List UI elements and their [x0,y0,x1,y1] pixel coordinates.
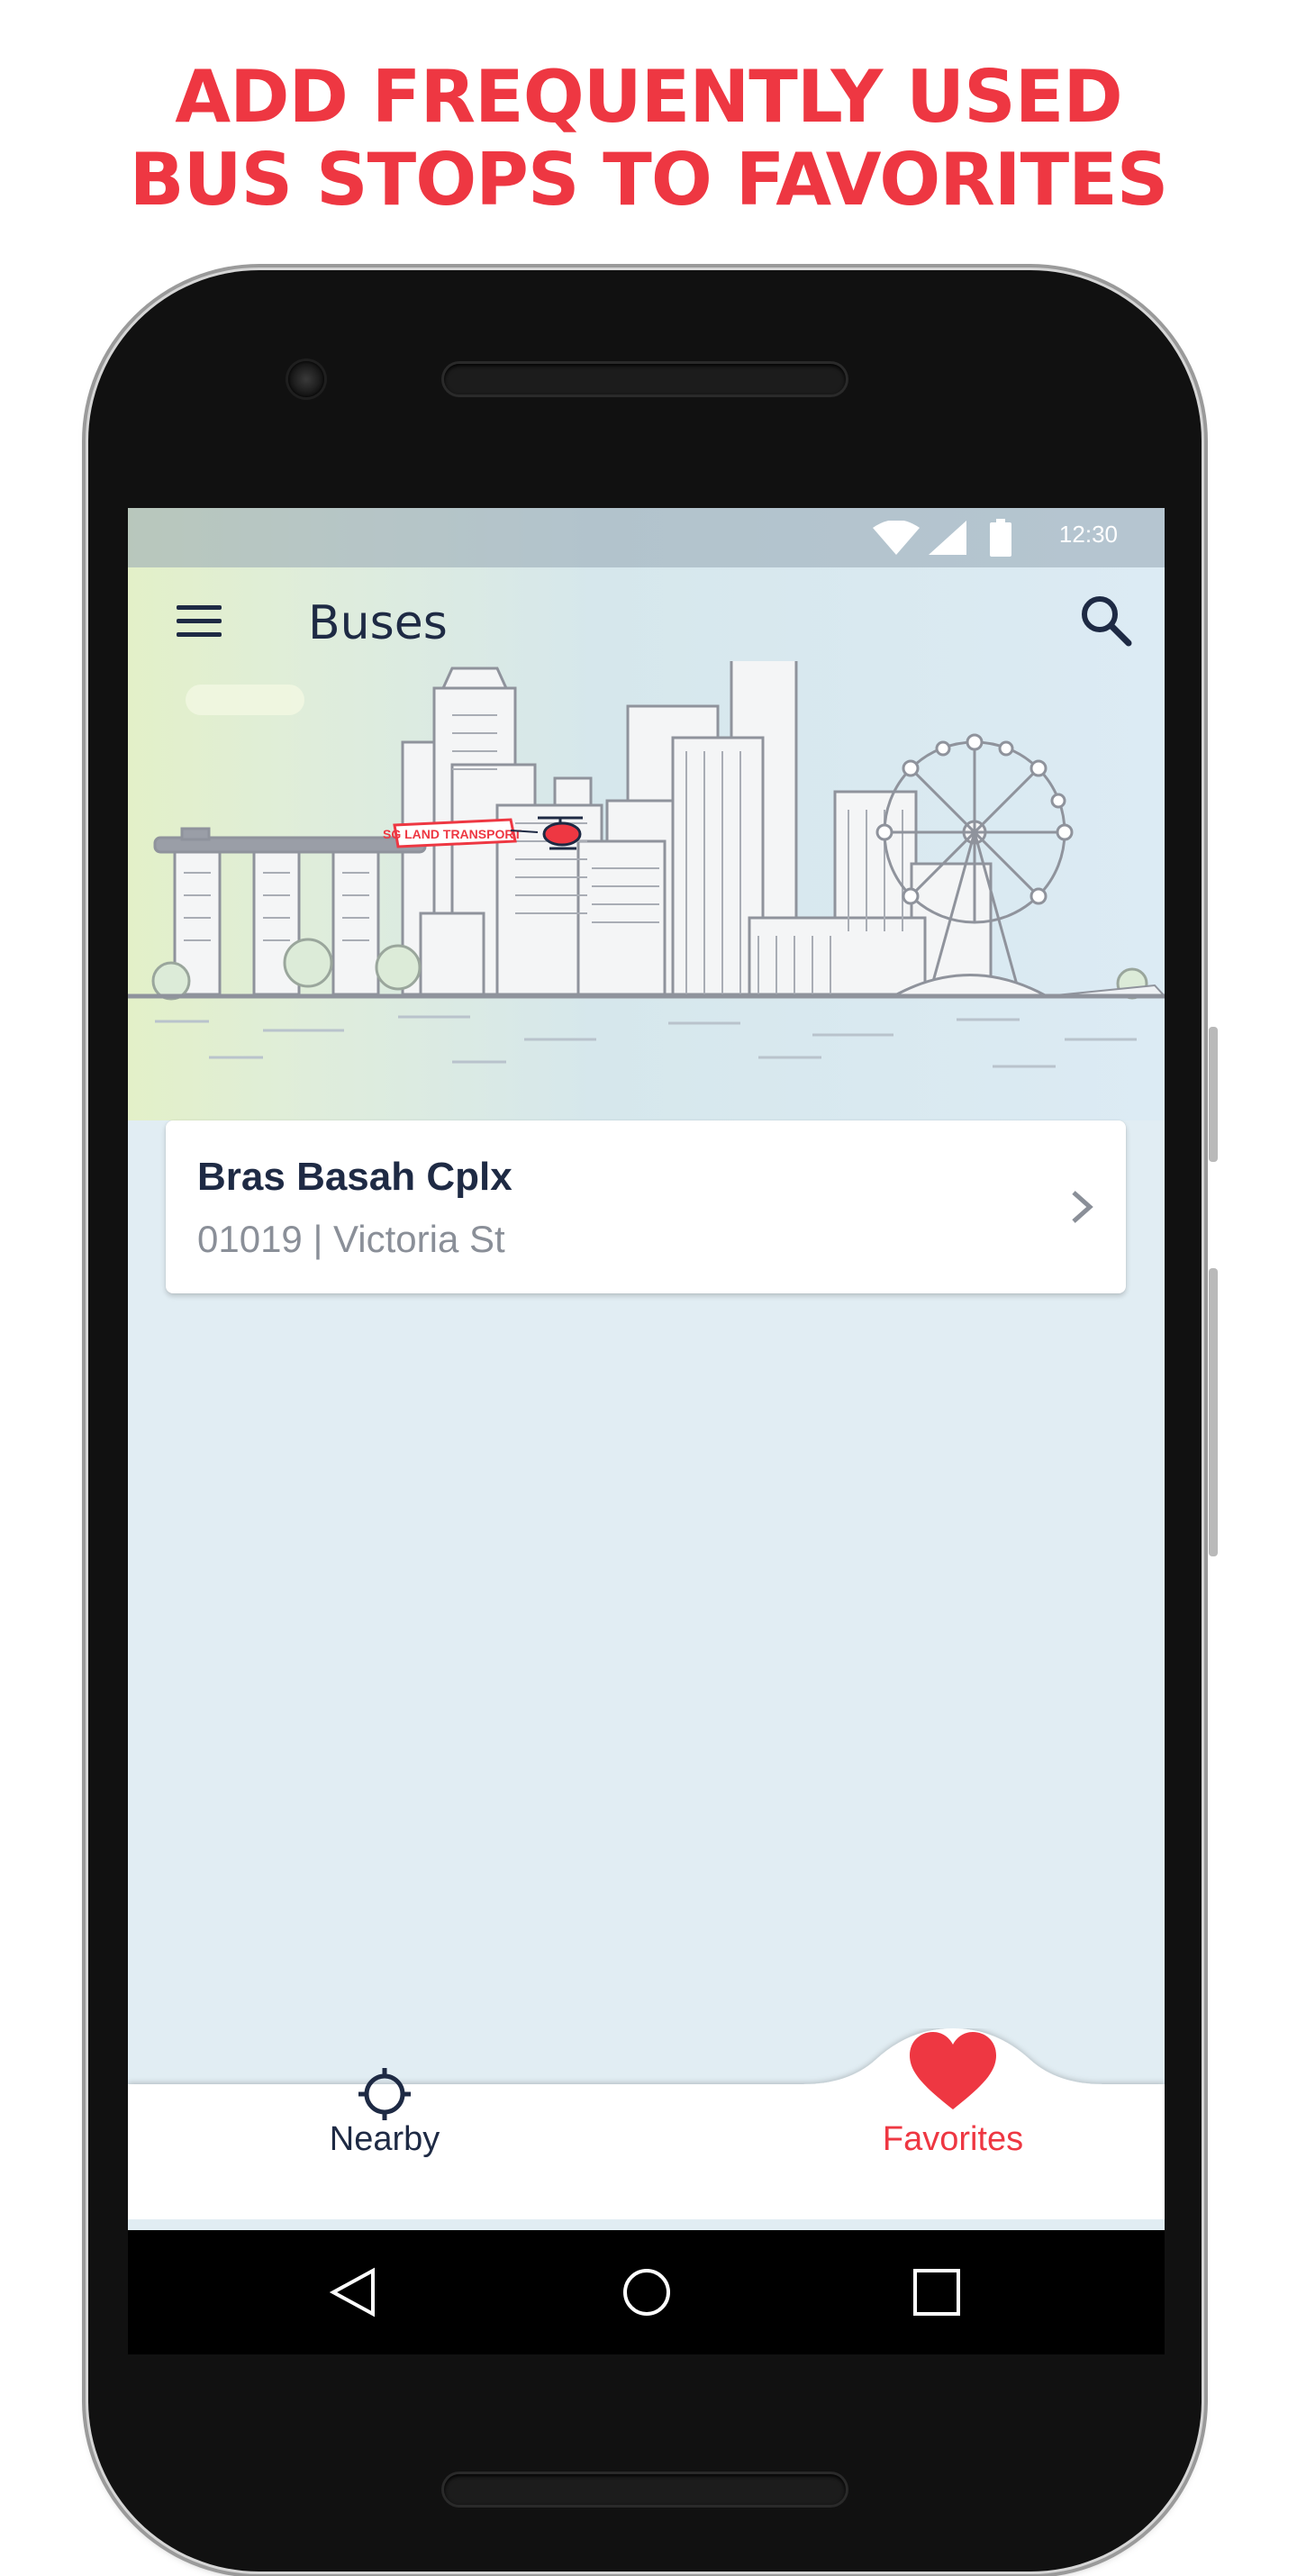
headline-line-1: ADD FREQUENTLY USED [175,55,1123,139]
phone-screen: SG LAND TRANSPORT 12:30 Buses Bras Basah… [128,508,1165,2354]
crosshair-icon [358,2068,411,2120]
wifi-icon [873,521,920,555]
status-bar: 12:30 [128,508,1165,567]
status-time: 12:30 [1058,521,1118,548]
menu-icon[interactable] [173,594,227,649]
heart-icon [910,2032,996,2109]
bottom-speaker [444,2474,846,2505]
stop-detail: 01019 | Victoria St [197,1218,505,1260]
search-icon[interactable] [1075,589,1138,652]
nav-label-nearby: Nearby [329,2120,440,2158]
chevron-right-icon [1072,1191,1093,1223]
battery-icon [990,519,1011,557]
nav-item-favorites[interactable]: Favorites [836,2032,1070,2174]
app-title: Buses [308,596,448,650]
banner-flag-text: SG LAND TRANSPORT [383,827,522,841]
volume-button [1209,1268,1218,1556]
nav-label-favorites: Favorites [882,2120,1024,2158]
nav-item-nearby[interactable]: Nearby [281,2039,488,2174]
promo-headline: ADD FREQUENTLY USED BUS STOPS TO FAVORIT… [0,56,1297,222]
signal-icon [929,521,966,555]
system-navigation-bar [128,2230,1165,2354]
bottom-navigation: Nearby Favorites [128,2028,1165,2219]
home-icon[interactable] [620,2265,674,2319]
front-camera [288,361,324,397]
top-speaker [444,364,846,395]
back-icon[interactable] [326,2265,380,2319]
city-skyline-illustration: SG LAND TRANSPORT [128,661,1165,1068]
app-bar: Buses [128,571,1165,679]
favorite-stop-card[interactable]: Bras Basah Cplx 01019 | Victoria St [166,1120,1126,1293]
power-button [1209,1027,1218,1162]
recents-icon[interactable] [910,2265,964,2319]
headline-line-2: BUS STOPS TO FAVORITES [129,138,1169,222]
stop-name: Bras Basah Cplx [197,1155,512,1199]
